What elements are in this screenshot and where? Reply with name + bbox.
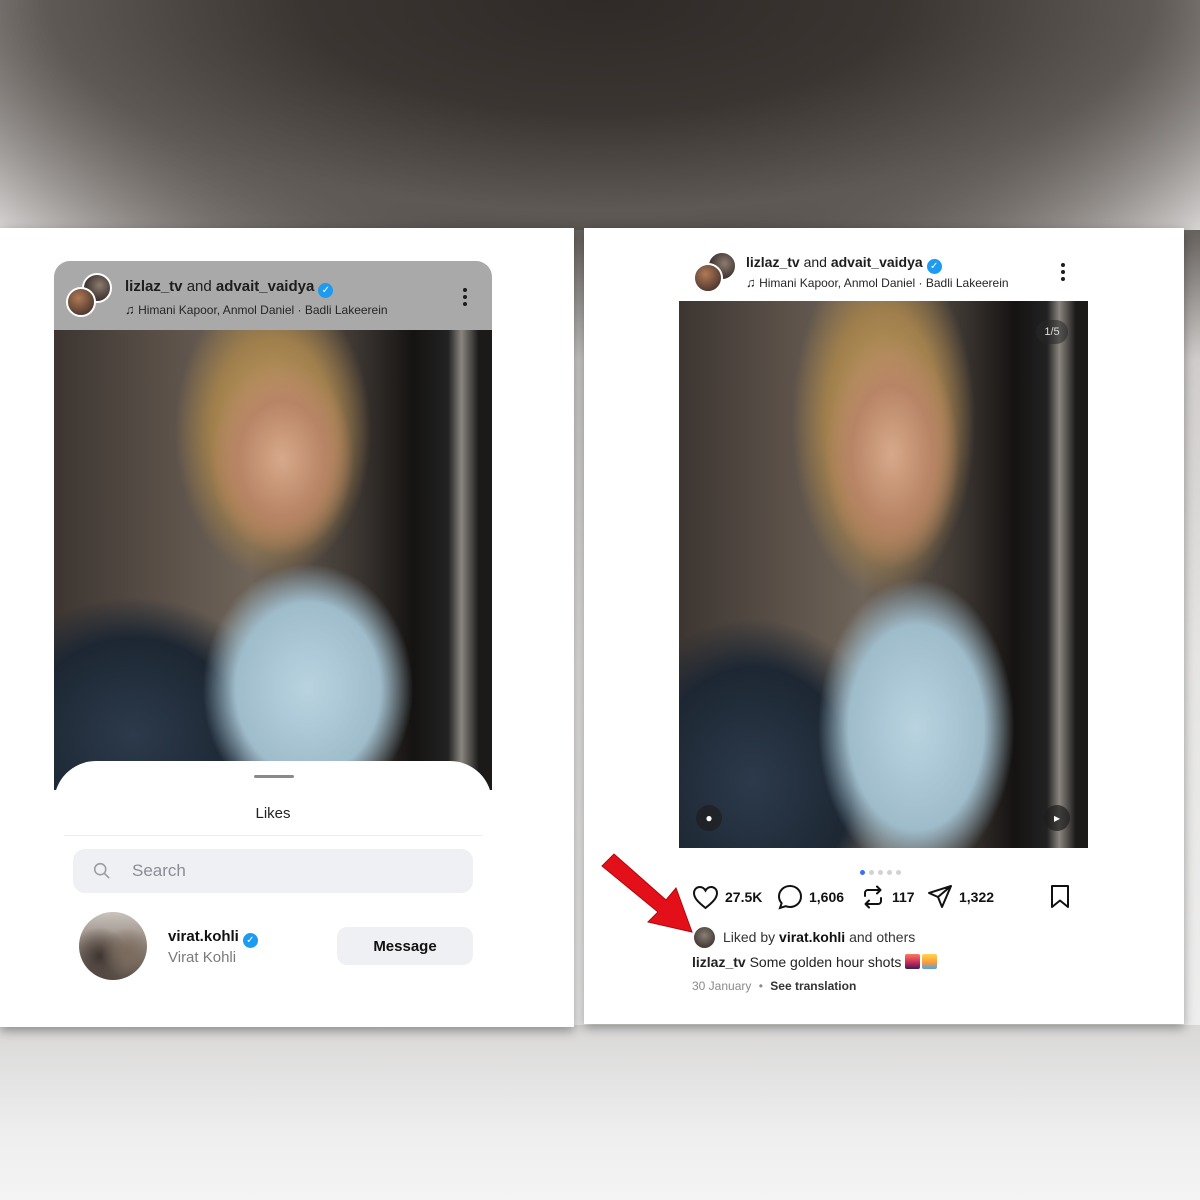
carousel-pager xyxy=(860,862,905,875)
avatar xyxy=(66,287,96,317)
pager-dot xyxy=(860,870,865,875)
search-placeholder: Search xyxy=(132,861,186,880)
action-bar: 27.5K 1,606 117 1,322 xyxy=(692,882,1082,912)
pager-dot xyxy=(869,870,874,875)
likes-search-input[interactable]: Search xyxy=(73,849,473,893)
author-joiner: and xyxy=(186,278,212,295)
comment-icon xyxy=(777,884,803,910)
reposts-count: 117 xyxy=(892,889,915,905)
author-joiner: and xyxy=(803,254,827,270)
author-primary[interactable]: lizlaz_tv xyxy=(746,254,800,270)
liked-by-suffix: and others xyxy=(849,929,916,945)
see-translation-link[interactable]: See translation xyxy=(770,979,856,993)
pager-dot xyxy=(896,870,901,875)
author-collab[interactable]: advait_vaidya xyxy=(216,278,314,295)
caption-text: Some golden hour shots xyxy=(749,954,902,970)
liker-handle[interactable]: virat.kohli ✓ xyxy=(168,928,258,948)
post-caption: lizlaz_tv Some golden hour shots xyxy=(692,954,938,970)
sunset-emoji-icon xyxy=(905,954,921,969)
share-icon xyxy=(928,885,952,908)
verified-badge-icon: ✓ xyxy=(926,259,942,274)
liked-by-user[interactable]: virat.kohli xyxy=(779,929,845,945)
liker-handle-text: virat.kohli xyxy=(168,928,239,945)
music-label: Himani Kapoor, Anmol Daniel · Badli Lake… xyxy=(138,303,388,317)
music-info[interactable]: ♫ Himani Kapoor, Anmol Daniel · Badli La… xyxy=(125,302,388,317)
sunrise-emoji-icon xyxy=(922,954,938,969)
post-photo-right[interactable] xyxy=(679,301,1088,848)
meta-separator: • xyxy=(758,979,763,993)
bookmark-button[interactable] xyxy=(1049,882,1077,912)
image-counter: 1/5 xyxy=(1036,320,1068,344)
divider xyxy=(64,835,482,836)
post-authors[interactable]: lizlaz_tv and advait_vaidya ✓ xyxy=(125,278,334,298)
author-primary[interactable]: lizlaz_tv xyxy=(125,278,183,295)
caption-author[interactable]: lizlaz_tv xyxy=(692,954,746,970)
verified-badge-icon: ✓ xyxy=(318,283,334,298)
post-authors[interactable]: lizlaz_tv and advait_vaidya ✓ xyxy=(746,254,942,274)
comments-count: 1,606 xyxy=(809,889,845,905)
heart-icon xyxy=(692,885,719,909)
background-top xyxy=(0,0,1200,230)
avatar[interactable] xyxy=(79,912,147,980)
liker-name: Virat Kohli xyxy=(168,949,237,966)
likes-sheet-title: Likes xyxy=(255,805,291,822)
likes-count: 27.5K xyxy=(725,889,763,905)
music-label: Himani Kapoor, Anmol Daniel · Badli Lake… xyxy=(759,276,1009,290)
more-options-icon[interactable] xyxy=(1060,263,1066,285)
liked-by-prefix: Liked by xyxy=(723,929,776,945)
avatar xyxy=(694,927,715,948)
post-date: 30 January xyxy=(692,979,752,993)
user-tag-icon[interactable]: ● xyxy=(696,805,722,831)
sheet-drag-handle[interactable] xyxy=(254,775,294,778)
background-bottom xyxy=(0,1025,1200,1200)
share-button[interactable]: 1,322 xyxy=(927,882,994,912)
post-meta: 30 January • See translation xyxy=(692,979,856,993)
post-header-left: lizlaz_tv and advait_vaidya ✓ ♫ Himani Ka… xyxy=(54,261,492,330)
author-avatars[interactable] xyxy=(66,273,112,317)
shares-count: 1,322 xyxy=(959,889,995,905)
repost-icon xyxy=(864,885,882,909)
more-options-icon[interactable] xyxy=(462,288,468,310)
search-icon xyxy=(93,862,110,879)
avatar xyxy=(693,263,723,293)
message-button[interactable]: Message xyxy=(337,927,473,965)
pager-dot xyxy=(878,870,883,875)
author-avatars[interactable] xyxy=(693,251,739,295)
verified-badge-icon: ✓ xyxy=(242,933,258,948)
music-info[interactable]: ♫ Himani Kapoor, Anmol Daniel · Badli La… xyxy=(746,275,1009,290)
post-photo-left xyxy=(54,330,492,790)
like-button[interactable]: 27.5K xyxy=(692,882,762,912)
author-collab[interactable]: advait_vaidya xyxy=(831,254,923,270)
repost-button[interactable]: 117 xyxy=(860,882,915,912)
liked-by-row[interactable]: Liked by virat.kohli and others xyxy=(694,927,916,948)
red-arrow-annotation xyxy=(601,853,693,933)
comment-button[interactable]: 1,606 xyxy=(777,882,844,912)
volume-icon[interactable]: ▸ xyxy=(1044,805,1070,831)
pager-dot xyxy=(887,870,892,875)
music-note-icon: ♫ xyxy=(746,275,756,290)
likes-sheet: Likes Search virat.kohli ✓ Virat Kohli Me… xyxy=(54,761,492,1021)
bookmark-icon xyxy=(1051,885,1069,908)
music-note-icon: ♫ xyxy=(125,302,135,317)
